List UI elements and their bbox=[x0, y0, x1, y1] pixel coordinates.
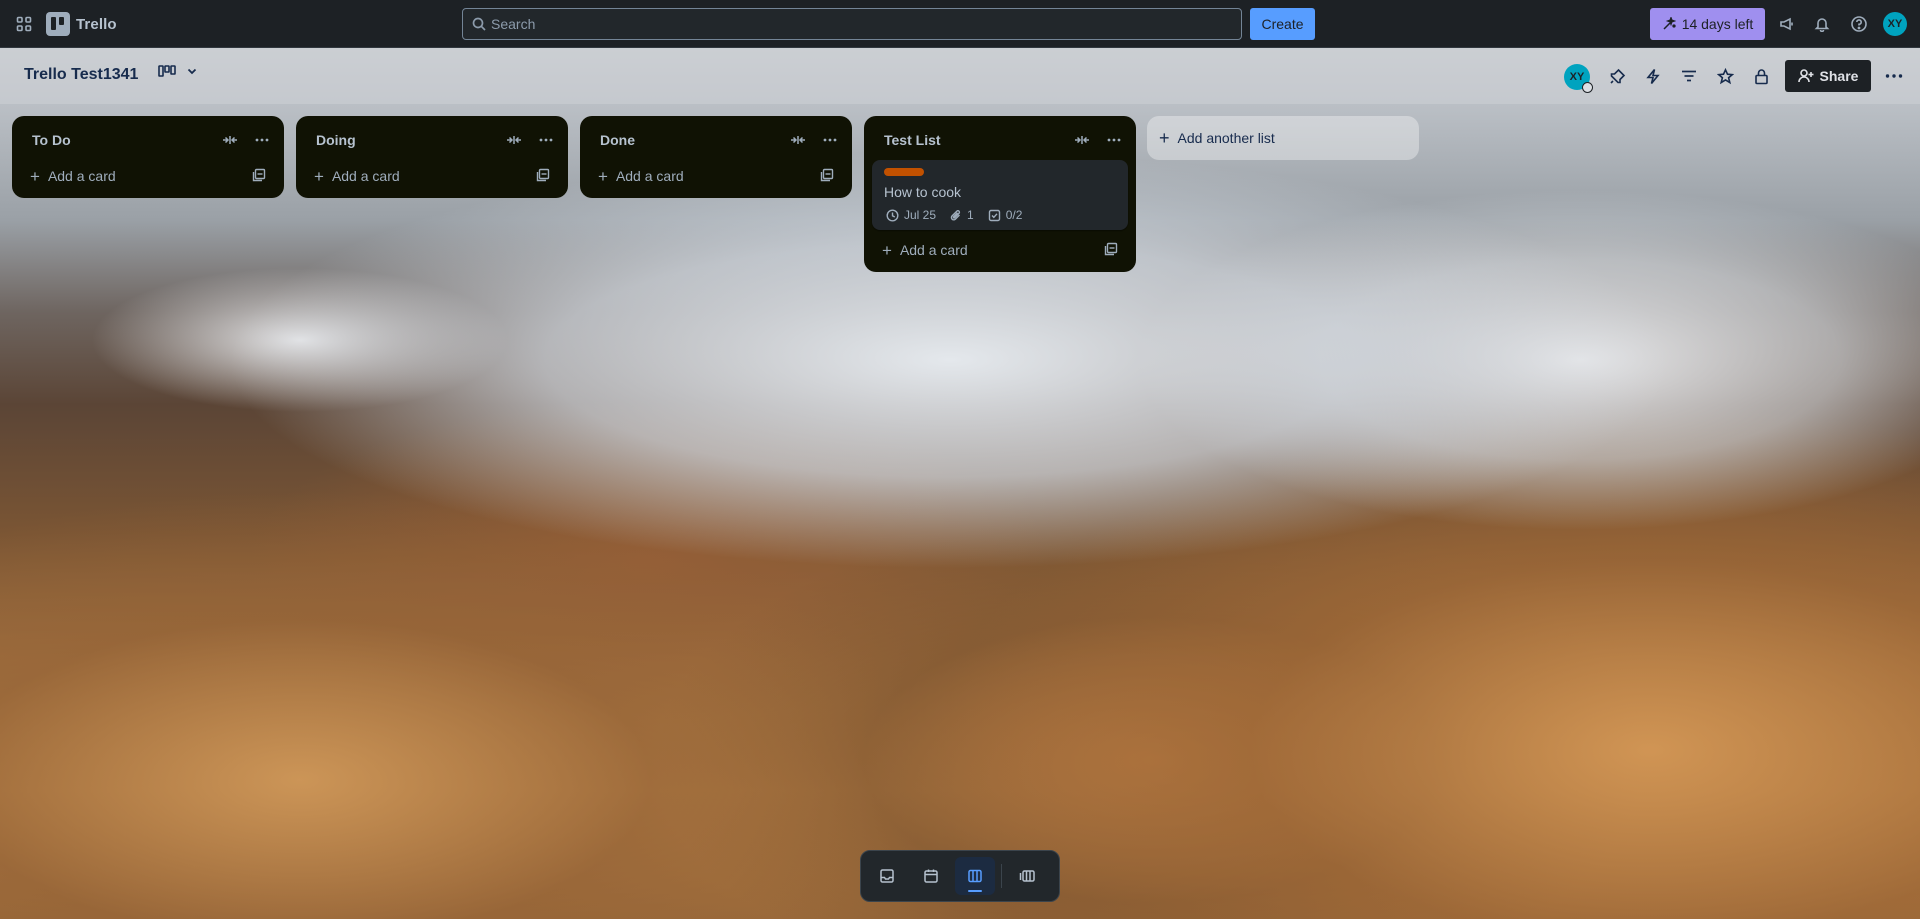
visibility-lock-icon[interactable] bbox=[1749, 64, 1773, 88]
top-navigation: Trello Create 14 days left XY bbox=[0, 0, 1920, 48]
app-switcher-icon[interactable] bbox=[12, 12, 36, 36]
checkbox-icon bbox=[988, 209, 1000, 221]
list-header[interactable]: Done bbox=[588, 124, 844, 156]
board-member-avatar[interactable]: XY bbox=[1564, 64, 1593, 93]
admin-badge-icon bbox=[1582, 82, 1593, 93]
list-title[interactable]: Test List bbox=[884, 132, 941, 148]
attachments-count: 1 bbox=[967, 208, 974, 222]
add-card-button[interactable]: + Add a card bbox=[20, 160, 276, 192]
add-person-icon bbox=[1797, 69, 1814, 83]
card-template-icon[interactable] bbox=[1104, 242, 1118, 259]
collapse-list-icon[interactable] bbox=[500, 128, 528, 152]
board-title[interactable]: Trello Test1341 bbox=[24, 66, 138, 84]
board-menu-icon[interactable] bbox=[1882, 64, 1906, 88]
inbox-icon bbox=[880, 869, 894, 883]
chevron-down-icon bbox=[187, 68, 197, 75]
checklist-badge: 0/2 bbox=[988, 208, 1023, 222]
add-card-label: Add a card bbox=[615, 168, 684, 184]
switch-boards-button[interactable] bbox=[1008, 857, 1048, 895]
list-test-list: Test List How to cook Jul 25 1 0/2 + Add… bbox=[864, 116, 1136, 272]
plus-icon: + bbox=[882, 240, 892, 260]
divider bbox=[1001, 864, 1002, 888]
board-view-icon bbox=[158, 65, 176, 77]
card-how-to-cook[interactable]: How to cook Jul 25 1 0/2 bbox=[872, 160, 1128, 230]
add-card-label: Add a card bbox=[331, 168, 400, 184]
search-icon bbox=[472, 17, 486, 34]
search-box[interactable] bbox=[462, 8, 1242, 40]
collapse-list-icon[interactable] bbox=[216, 128, 244, 152]
list-title[interactable]: Doing bbox=[316, 132, 356, 148]
add-card-label: Add a card bbox=[899, 242, 968, 258]
attachments-badge: 1 bbox=[950, 208, 974, 222]
calendar-icon bbox=[924, 869, 938, 883]
automation-icon[interactable] bbox=[1641, 64, 1665, 88]
help-icon[interactable] bbox=[1847, 12, 1871, 36]
list-title[interactable]: Done bbox=[600, 132, 635, 148]
add-list-label: Add another list bbox=[1177, 130, 1275, 146]
inbox-view-button[interactable] bbox=[867, 857, 907, 895]
add-another-list-button[interactable]: + Add another list bbox=[1147, 116, 1419, 160]
planner-view-button[interactable] bbox=[911, 857, 951, 895]
board-view-switcher[interactable] bbox=[158, 64, 198, 78]
add-card-button[interactable]: + Add a card bbox=[588, 160, 844, 192]
list-header[interactable]: Doing bbox=[304, 124, 560, 156]
plus-icon: + bbox=[1159, 128, 1170, 148]
due-date-badge[interactable]: Jul 25 bbox=[886, 208, 936, 222]
list-header[interactable]: Test List bbox=[872, 124, 1128, 156]
board-view-button[interactable] bbox=[955, 857, 995, 895]
trello-home-link[interactable]: Trello bbox=[46, 11, 117, 37]
board-header: Trello Test1341 XY Share bbox=[0, 48, 1920, 104]
card-label-orange[interactable] bbox=[884, 168, 924, 176]
card-badges: Jul 25 1 0/2 bbox=[884, 208, 1116, 222]
filter-icon[interactable] bbox=[1677, 64, 1701, 88]
trello-logo-icon bbox=[46, 12, 70, 36]
plus-icon: + bbox=[30, 166, 40, 186]
add-card-button[interactable]: + Add a card bbox=[304, 160, 560, 192]
share-button[interactable]: Share bbox=[1785, 60, 1871, 92]
share-label: Share bbox=[1819, 68, 1859, 84]
card-template-icon[interactable] bbox=[536, 168, 550, 185]
trial-label: 14 days left bbox=[1681, 16, 1754, 32]
bell-icon[interactable] bbox=[1810, 12, 1834, 36]
add-card-button[interactable]: + Add a card bbox=[872, 234, 1128, 266]
plus-icon: + bbox=[314, 166, 324, 186]
app-name: Trello bbox=[76, 15, 117, 33]
trial-days-button[interactable]: 14 days left bbox=[1650, 8, 1765, 40]
list-title[interactable]: To Do bbox=[32, 132, 71, 148]
list-menu-icon[interactable] bbox=[1100, 128, 1128, 152]
power-ups-icon[interactable] bbox=[1605, 64, 1629, 88]
create-button[interactable]: Create bbox=[1250, 8, 1315, 40]
account-avatar[interactable]: XY bbox=[1883, 12, 1907, 36]
clock-icon bbox=[886, 208, 899, 222]
card-template-icon[interactable] bbox=[252, 168, 266, 185]
collapse-list-icon[interactable] bbox=[784, 128, 812, 152]
add-card-label: Add a card bbox=[47, 168, 116, 184]
search-input[interactable] bbox=[491, 16, 1241, 32]
sparkle-icon bbox=[1663, 17, 1676, 30]
megaphone-icon[interactable] bbox=[1775, 12, 1799, 36]
list-doing: Doing + Add a card bbox=[296, 116, 568, 198]
list-to-do: To Do + Add a card bbox=[12, 116, 284, 198]
star-icon[interactable] bbox=[1713, 64, 1737, 88]
list-header[interactable]: To Do bbox=[20, 124, 276, 156]
paperclip-icon bbox=[950, 209, 961, 220]
list-menu-icon[interactable] bbox=[248, 128, 276, 152]
bottom-view-switcher bbox=[860, 850, 1060, 902]
user-initials: XY bbox=[1883, 12, 1907, 36]
due-date-text: Jul 25 bbox=[904, 208, 937, 222]
switch-boards-icon bbox=[1019, 870, 1035, 882]
plus-icon: + bbox=[598, 166, 608, 186]
card-template-icon[interactable] bbox=[820, 168, 834, 185]
collapse-list-icon[interactable] bbox=[1068, 128, 1096, 152]
list-menu-icon[interactable] bbox=[816, 128, 844, 152]
checklist-progress: 0/2 bbox=[1005, 208, 1023, 222]
list-menu-icon[interactable] bbox=[532, 128, 560, 152]
card-title: How to cook bbox=[884, 184, 962, 200]
board-columns-icon bbox=[968, 869, 982, 883]
list-done: Done + Add a card bbox=[580, 116, 852, 198]
